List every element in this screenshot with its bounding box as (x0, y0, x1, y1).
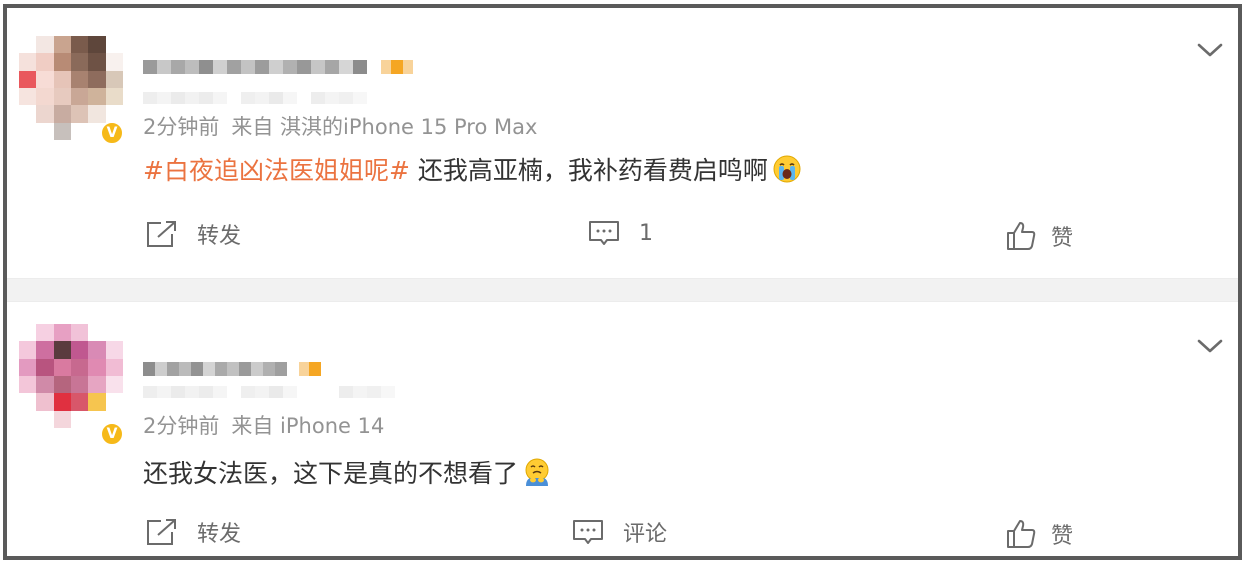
screenshot-frame: V 2分钟前 来自 淇淇的iPhone 15 Pro Max #白夜追凶法医姐姐呢… (3, 4, 1242, 560)
comment-count: 1 (639, 220, 653, 246)
avatar-mosaic (19, 324, 123, 428)
user-subtitle-blurred (143, 92, 367, 104)
loudly-crying-face-icon (772, 154, 802, 184)
post-source: 来自 淇淇的iPhone 15 Pro Max (231, 115, 538, 139)
post-text: 还我女法医，这下是真的不想看了 (143, 459, 519, 488)
repost-button[interactable]: 转发 (145, 516, 241, 548)
post-source: 来自 iPhone 14 (231, 414, 385, 438)
verified-badge-icon: V (100, 121, 124, 145)
like-button[interactable]: 赞 (1005, 518, 1073, 550)
feed-post: V 2分钟前 来自 iPhone 14 还我女法医，这下是真的不想看了 转发 评… (7, 302, 1238, 556)
post-separator (7, 278, 1238, 302)
username-blurred[interactable] (143, 362, 321, 376)
chevron-down-icon[interactable] (1197, 42, 1223, 58)
like-button[interactable]: 赞 (1005, 220, 1073, 252)
like-label: 赞 (1051, 226, 1074, 251)
user-subtitle-blurred (143, 386, 395, 398)
comment-button[interactable]: 评论 (571, 516, 667, 548)
post-meta: 2分钟前 来自 淇淇的iPhone 15 Pro Max (143, 111, 537, 141)
repost-icon (147, 519, 176, 545)
chevron-down-icon[interactable] (1197, 338, 1223, 354)
thumbs-up-icon (1007, 222, 1036, 250)
feed-post: V 2分钟前 来自 淇淇的iPhone 15 Pro Max #白夜追凶法医姐姐呢… (7, 8, 1238, 278)
post-actions: 转发 评论 赞 (7, 516, 1238, 556)
like-label: 赞 (1051, 524, 1074, 549)
repost-label: 转发 (197, 224, 242, 249)
post-content: 还我女法医，这下是真的不想看了 (143, 454, 552, 490)
repost-label: 转发 (197, 522, 242, 547)
avatar[interactable] (19, 324, 123, 428)
post-content: #白夜追凶法医姐姐呢# 还我高亚楠，我补药看费启鸣啊 (143, 151, 802, 187)
repost-icon (147, 221, 176, 247)
hashtag-link[interactable]: #白夜追凶法医姐姐呢# (143, 156, 410, 185)
post-timestamp: 2分钟前 (143, 115, 220, 139)
comment-icon (573, 520, 603, 544)
post-meta: 2分钟前 来自 iPhone 14 (143, 410, 384, 440)
crying-face-with-hands-icon (522, 457, 552, 487)
comment-icon (589, 221, 619, 245)
post-timestamp: 2分钟前 (143, 414, 220, 438)
repost-button[interactable]: 转发 (145, 218, 241, 250)
thumbs-up-icon (1007, 520, 1036, 548)
post-text: 还我高亚楠，我补药看费启鸣啊 (409, 156, 768, 185)
verified-badge-icon: V (100, 422, 124, 446)
comment-button[interactable]: 1 (587, 218, 653, 248)
post-actions: 转发 1 赞 (7, 218, 1238, 258)
username-blurred[interactable] (143, 60, 413, 74)
comment-label: 评论 (623, 522, 668, 547)
